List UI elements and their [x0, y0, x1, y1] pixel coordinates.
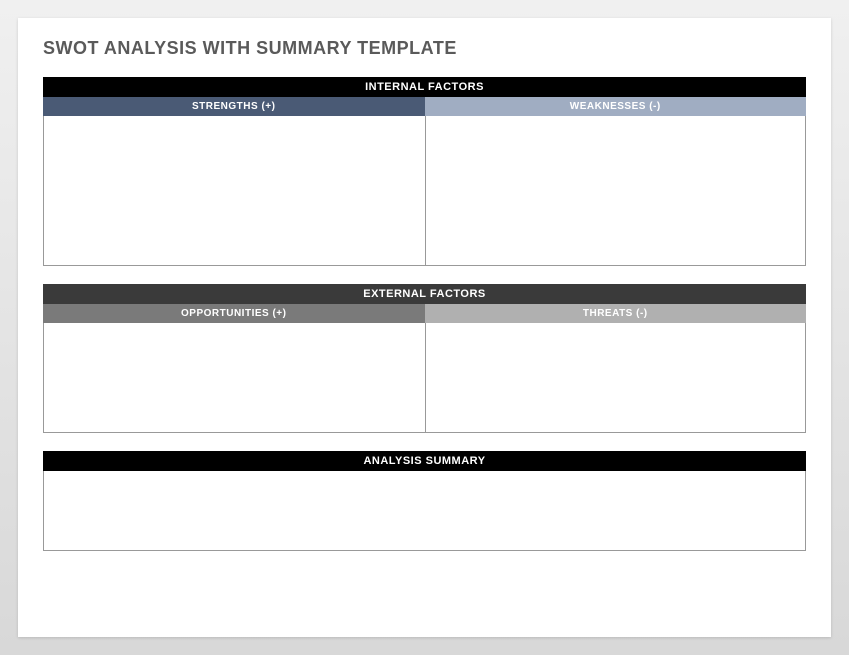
threats-header: THREATS (-): [425, 304, 807, 323]
strengths-column: STRENGTHS (+): [43, 97, 425, 266]
opportunities-header: OPPORTUNITIES (+): [43, 304, 425, 323]
summary-section: ANALYSIS SUMMARY: [43, 451, 806, 551]
document-page: SWOT ANALYSIS WITH SUMMARY TEMPLATE INTE…: [18, 18, 831, 637]
weaknesses-header: WEAKNESSES (-): [425, 97, 807, 116]
external-factors-header: EXTERNAL FACTORS: [43, 284, 806, 304]
internal-columns: STRENGTHS (+) WEAKNESSES (-): [43, 97, 806, 266]
summary-header: ANALYSIS SUMMARY: [43, 451, 806, 471]
strengths-body[interactable]: [43, 116, 425, 266]
external-columns: OPPORTUNITIES (+) THREATS (-): [43, 304, 806, 433]
external-factors-section: EXTERNAL FACTORS OPPORTUNITIES (+) THREA…: [43, 284, 806, 433]
internal-factors-header: INTERNAL FACTORS: [43, 77, 806, 97]
summary-body[interactable]: [43, 471, 806, 551]
weaknesses-column: WEAKNESSES (-): [425, 97, 807, 266]
strengths-header: STRENGTHS (+): [43, 97, 425, 116]
opportunities-body[interactable]: [43, 323, 425, 433]
threats-body[interactable]: [425, 323, 807, 433]
threats-column: THREATS (-): [425, 304, 807, 433]
weaknesses-body[interactable]: [425, 116, 807, 266]
internal-factors-section: INTERNAL FACTORS STRENGTHS (+) WEAKNESSE…: [43, 77, 806, 266]
page-title: SWOT ANALYSIS WITH SUMMARY TEMPLATE: [43, 38, 806, 59]
opportunities-column: OPPORTUNITIES (+): [43, 304, 425, 433]
